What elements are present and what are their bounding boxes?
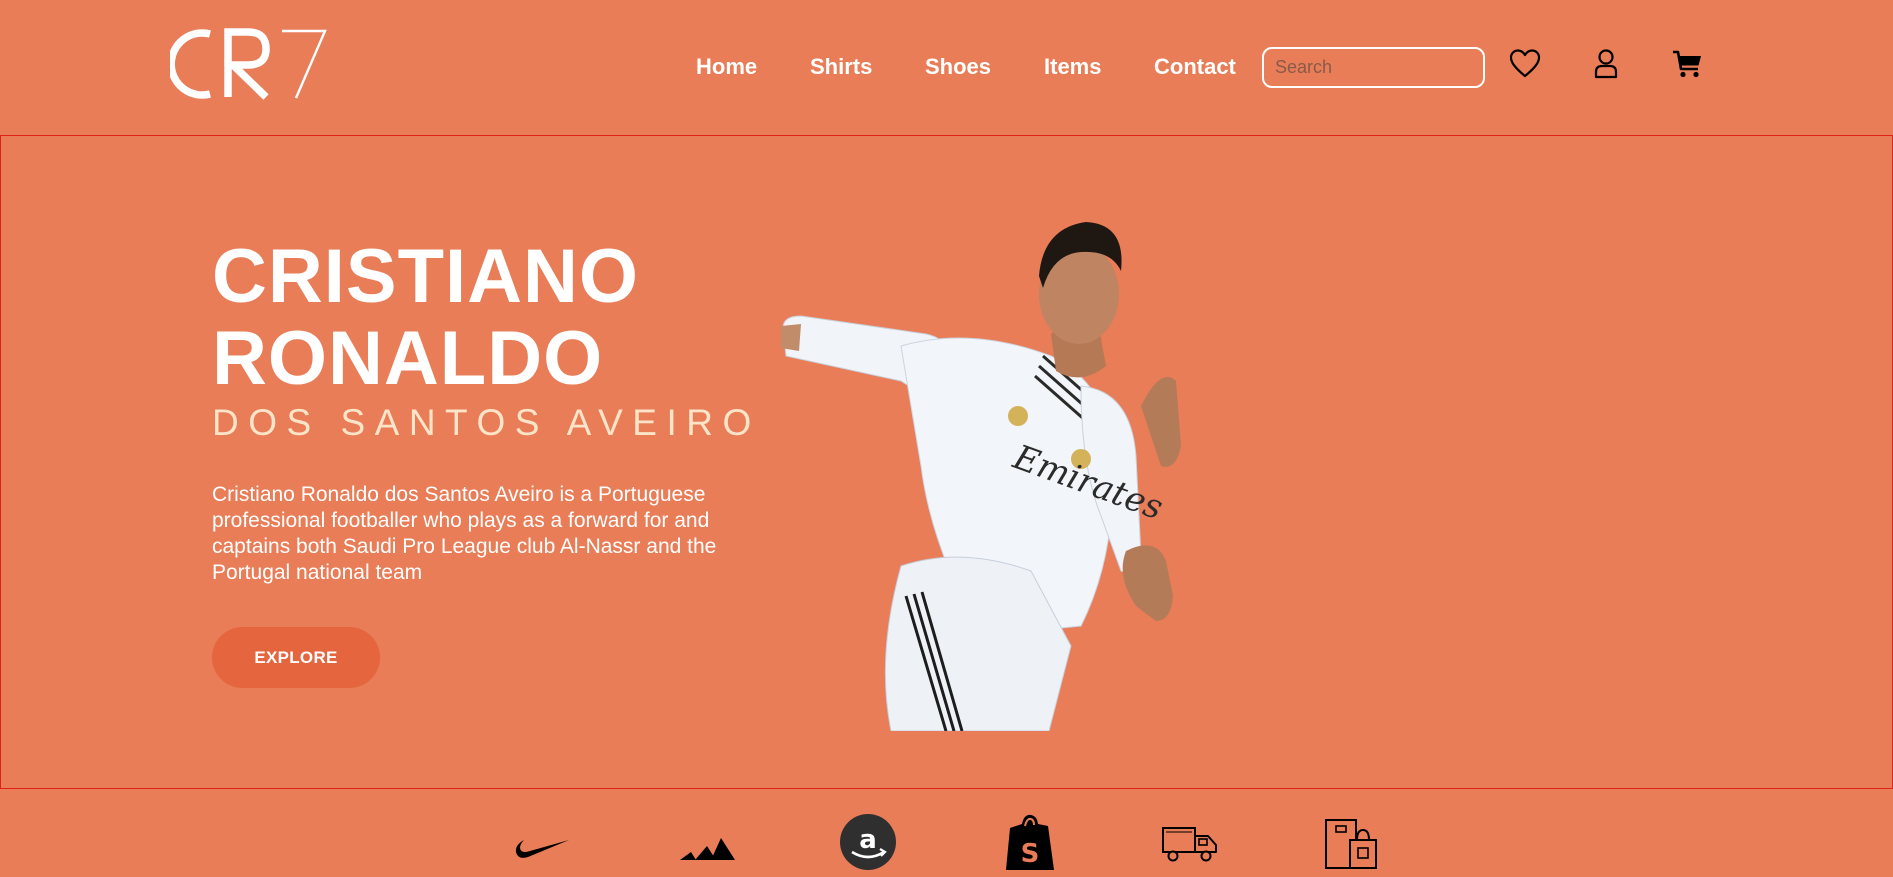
adidas-icon[interactable]	[677, 812, 737, 872]
delivery-truck-icon[interactable]	[1160, 812, 1220, 872]
explore-button[interactable]: EXPLORE	[212, 627, 380, 688]
player-image: Emirates	[781, 222, 1181, 731]
heart-icon[interactable]	[1508, 47, 1542, 81]
shopify-icon[interactable]: S	[1000, 812, 1060, 872]
svg-text:a: a	[859, 825, 877, 855]
user-icon[interactable]	[1589, 47, 1623, 81]
cart-icon[interactable]	[1671, 47, 1705, 81]
shopping-bags-icon[interactable]	[1322, 812, 1382, 872]
hero-section: CRISTIANO RONALDO DOS SANTOS AVEIRO Cris…	[0, 135, 1893, 789]
svg-text:S: S	[1021, 839, 1040, 869]
brand-strip: a S	[0, 789, 1893, 877]
hero-title: CRISTIANO RONALDO	[212, 236, 639, 400]
hero-subtitle: DOS SANTOS AVEIRO	[212, 402, 761, 443]
hero-title-line1: CRISTIANO	[212, 234, 639, 319]
hero-title-line2: RONALDO	[212, 316, 604, 401]
site-header: Home Shirts Shoes Items Contact	[0, 0, 1893, 135]
search-input[interactable]	[1262, 47, 1485, 88]
nav-items[interactable]: Items	[1044, 54, 1101, 80]
hero-description: Cristiano Ronaldo dos Santos Aveiro is a…	[212, 483, 717, 584]
nav-shoes[interactable]: Shoes	[925, 54, 991, 80]
amazon-icon[interactable]: a	[838, 812, 898, 872]
nav-shirts[interactable]: Shirts	[810, 54, 872, 80]
nav-home[interactable]: Home	[696, 54, 757, 80]
nike-icon[interactable]	[512, 812, 572, 872]
nav-contact[interactable]: Contact	[1154, 54, 1236, 80]
